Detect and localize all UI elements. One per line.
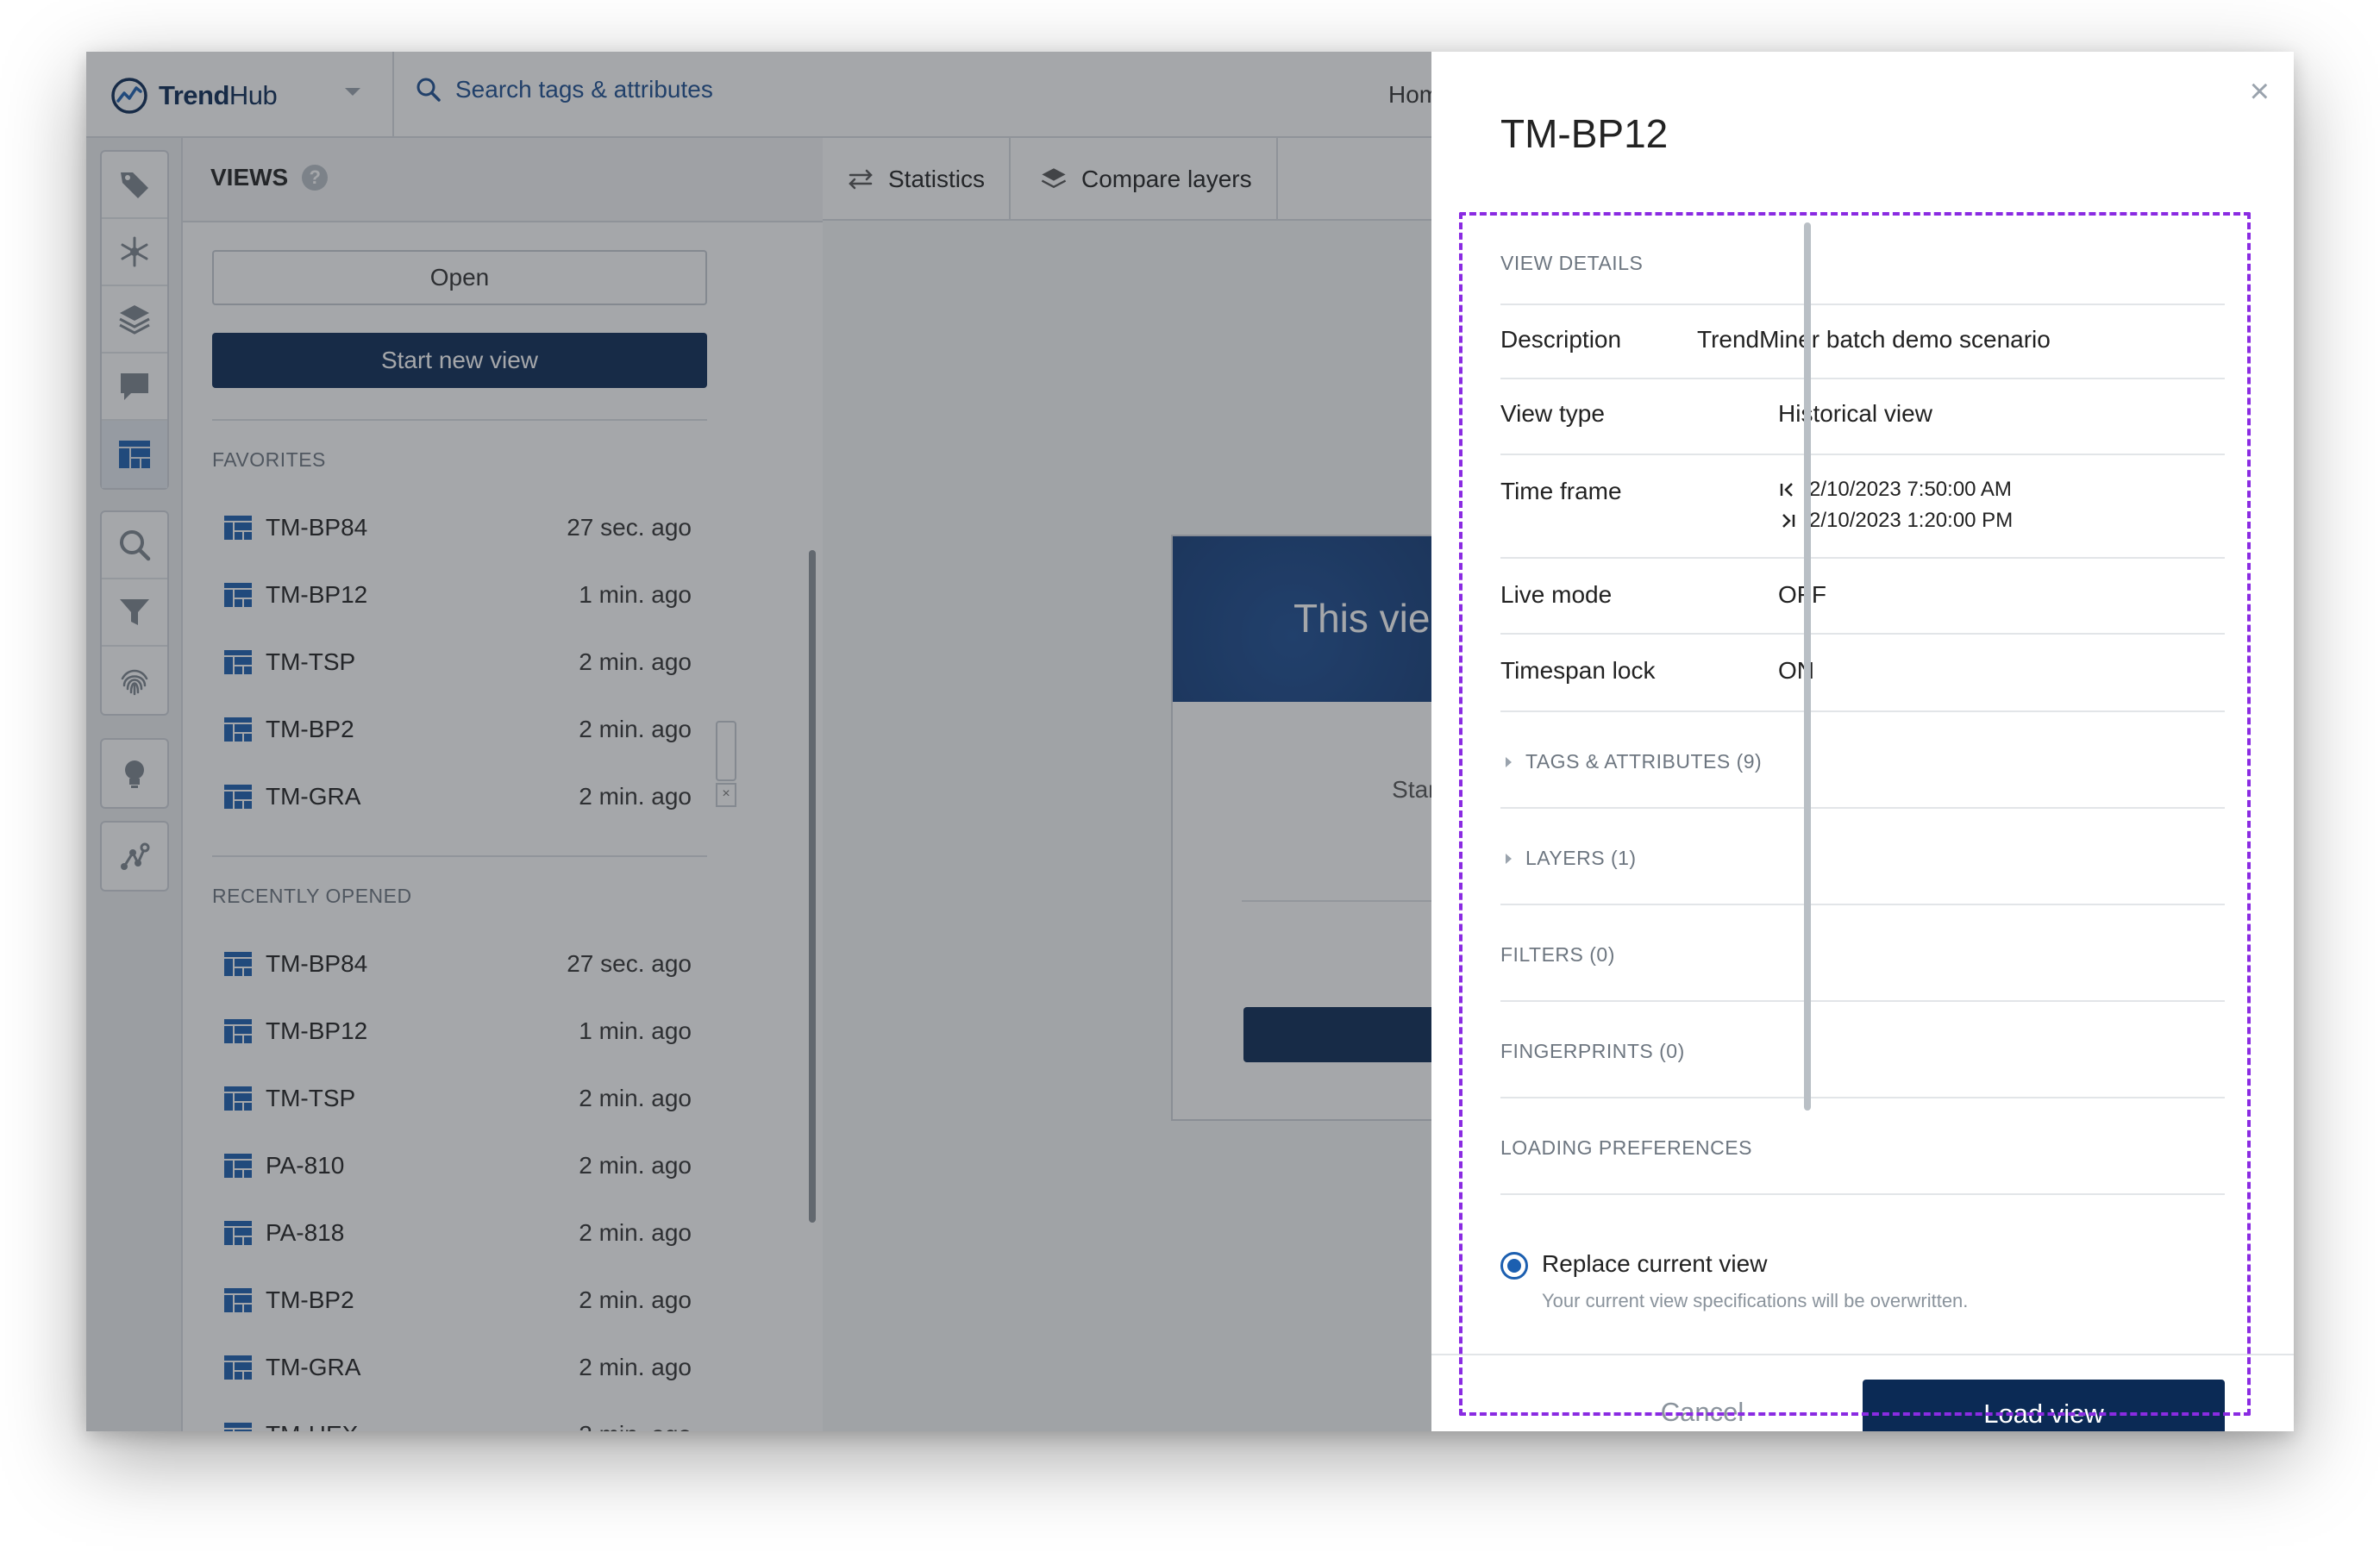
app-window: TrendHub Search tags & attributes Hom VI… — [86, 52, 2294, 1431]
drawer-title: TM-BP12 — [1500, 111, 1669, 156]
close-icon[interactable]: × — [2250, 74, 2270, 109]
modal-backdrop[interactable] — [86, 52, 1431, 1431]
view-details-drawer: × TM-BP12 VIEW DETAILS Description Trend… — [1431, 52, 2294, 1431]
highlight-dashed-outline — [1459, 212, 2251, 1416]
drawer-scrollbar[interactable] — [1804, 222, 1811, 1111]
